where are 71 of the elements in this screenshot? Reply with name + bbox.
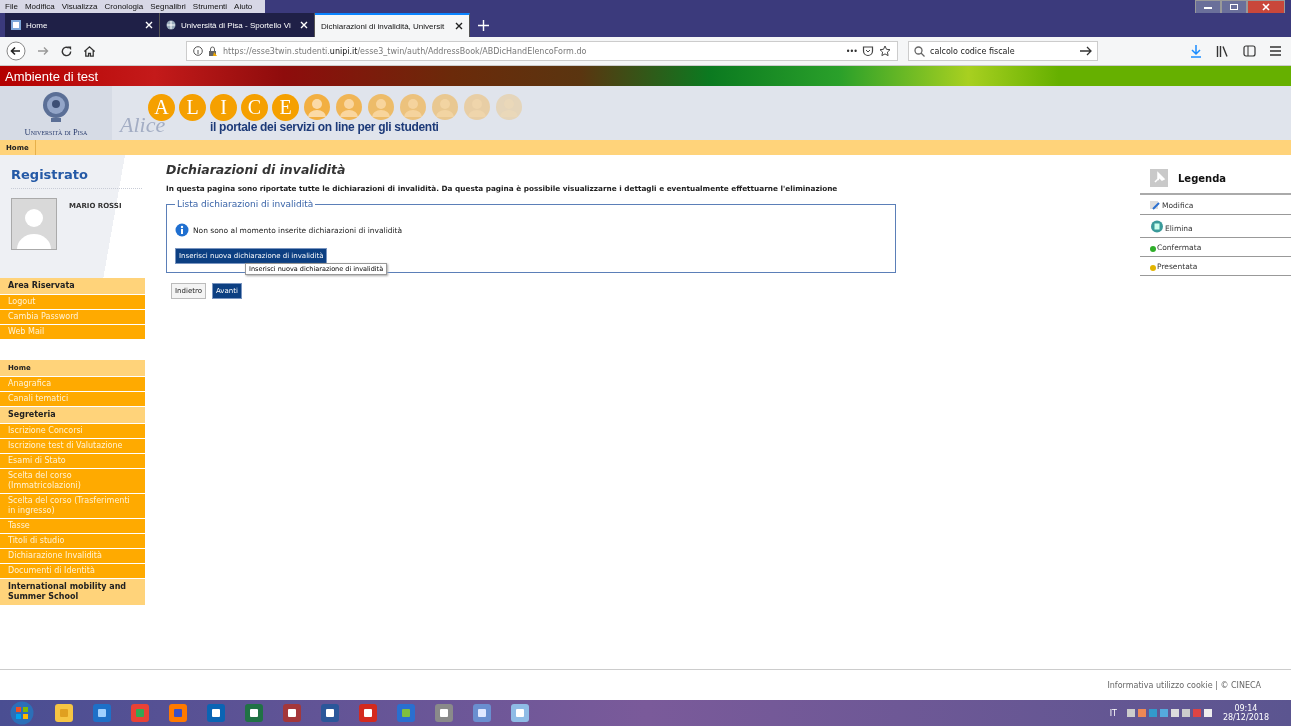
menu-section[interactable]: International mobility and Summer School [0, 579, 145, 606]
app-icon[interactable] [282, 703, 302, 723]
logo-letter: L [179, 93, 206, 121]
minimize-button[interactable] [1195, 0, 1221, 14]
close-icon[interactable] [455, 22, 463, 30]
reload-icon[interactable] [60, 44, 73, 58]
logo-letter: C [241, 93, 268, 121]
panel-legend: Lista dichiarazioni di invalidità [175, 199, 316, 209]
download-icon[interactable] [1190, 44, 1202, 58]
pin-icon [1150, 169, 1168, 187]
menu-item[interactable]: Strumenti [192, 2, 228, 11]
tagline: il portale dei servizi on line per gli studenti [210, 120, 439, 134]
page-icon [11, 20, 21, 30]
app-icon[interactable] [358, 703, 378, 723]
clock-time: 09:14 [1234, 704, 1258, 713]
logo-letter: I [210, 93, 237, 121]
pocket-icon[interactable] [862, 45, 874, 57]
menu-item[interactable]: Modifica [24, 2, 55, 11]
legend-title: Legenda [1178, 172, 1227, 184]
language-indicator[interactable]: IT [1109, 708, 1117, 718]
trash-globe-icon [1150, 220, 1164, 233]
lock-icon [208, 45, 218, 57]
app-icon[interactable] [320, 703, 340, 723]
app-icon[interactable] [472, 703, 492, 723]
banner-text: Ambiente di test [5, 68, 99, 84]
browser-tab[interactable]: Università di Pisa - Sportello Vi [160, 13, 315, 37]
home-icon[interactable] [83, 44, 96, 58]
menu-heading: Area Riservata [0, 278, 145, 295]
new-tab-icon[interactable] [478, 19, 489, 31]
browser-tab[interactable]: Dichiarazioni di invalidità, Universit [315, 13, 470, 37]
browser-tab[interactable]: Home [5, 13, 160, 37]
go-arrow-icon[interactable] [1080, 46, 1092, 56]
star-icon[interactable] [879, 45, 891, 57]
start-icon[interactable] [10, 701, 34, 725]
pencil-icon [1150, 200, 1161, 210]
menu-item[interactable]: Cronologia [104, 2, 144, 11]
app-icon[interactable] [244, 703, 264, 723]
address-field[interactable]: https://esse3twin.studenti.unipi.it/esse3_twin/auth/AddressBook/ABDicHandElencoForm.do ••• [186, 41, 898, 61]
page-title: Dichiarazioni di invalidità [166, 162, 347, 177]
footer-text: Informativa utilizzo cookie | © CINECA [1107, 680, 1261, 690]
clock-date: 28/12/2018 [1222, 713, 1269, 722]
back-icon[interactable] [6, 41, 26, 61]
logo-letter: A [148, 93, 175, 121]
menu-item[interactable]: Segnalibri [150, 2, 186, 11]
menu-item[interactable]: File [5, 2, 18, 11]
maximize-icon [1229, 2, 1239, 11]
info-icon [175, 223, 189, 237]
seal-icon [42, 91, 70, 123]
info-icon [193, 46, 203, 56]
sidebar-icon[interactable] [1243, 45, 1256, 57]
menu-section[interactable]: Segreteria [0, 407, 145, 424]
section-title: Registrato [11, 167, 142, 189]
page-actions-button[interactable]: ••• [845, 46, 857, 56]
menu-item[interactable]: Visualizza [61, 2, 98, 11]
app-icon[interactable] [54, 703, 74, 723]
library-icon[interactable] [1216, 45, 1229, 57]
app-icon[interactable] [206, 703, 226, 723]
close-icon [1261, 2, 1271, 11]
menu-icon[interactable] [1270, 46, 1281, 56]
maximize-button[interactable] [1221, 0, 1247, 14]
menu-item[interactable]: Aiuto [234, 2, 253, 11]
app-icon[interactable] [92, 703, 112, 723]
globe-icon [166, 20, 176, 30]
university-name: Università di Pisa [24, 127, 88, 137]
app-icon[interactable] [434, 703, 454, 723]
search-icon [914, 45, 925, 57]
search-field[interactable]: calcolo codice fiscale [908, 41, 1098, 61]
avatar-icon [11, 198, 57, 250]
logo-letter: E [272, 93, 299, 121]
app-icon[interactable] [510, 703, 530, 723]
close-button[interactable] [1247, 0, 1285, 14]
